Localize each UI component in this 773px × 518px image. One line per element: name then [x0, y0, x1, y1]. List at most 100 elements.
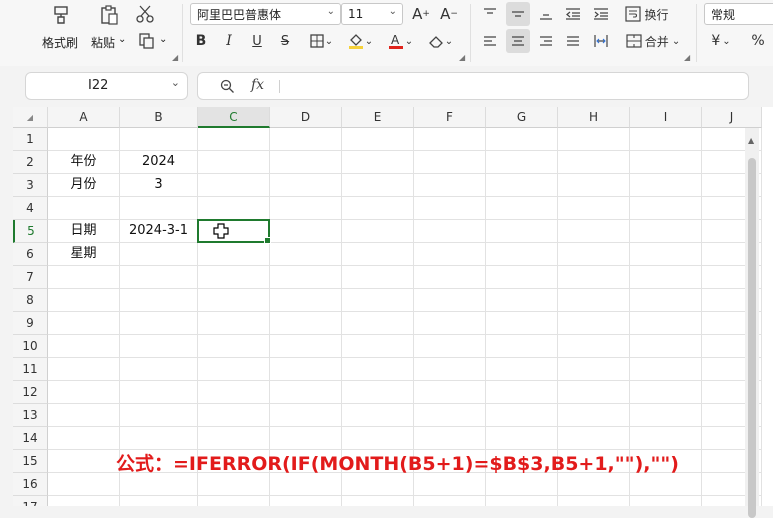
cell-A4[interactable]: [48, 197, 120, 220]
cell-G13[interactable]: [486, 404, 558, 427]
row-header-6[interactable]: 6: [13, 243, 48, 266]
cell-I8[interactable]: [630, 289, 702, 312]
strikethrough-button[interactable]: S: [276, 30, 294, 52]
scroll-thumb[interactable]: [748, 158, 756, 518]
cell-H5[interactable]: [558, 220, 630, 243]
column-header-H[interactable]: H: [558, 107, 630, 128]
cell-C4[interactable]: [198, 197, 270, 220]
cell-C3[interactable]: [198, 174, 270, 197]
cell-G4[interactable]: [486, 197, 558, 220]
fill-handle[interactable]: [264, 237, 271, 244]
cell-C1[interactable]: [198, 128, 270, 151]
zoom-icon[interactable]: [220, 79, 235, 94]
number-format-select[interactable]: 常规: [704, 3, 773, 25]
cell-H14[interactable]: [558, 427, 630, 450]
cell-E3[interactable]: [342, 174, 414, 197]
cell-A5[interactable]: 日期: [48, 220, 120, 243]
cell-B1[interactable]: [120, 128, 198, 151]
cell-D13[interactable]: [270, 404, 342, 427]
fill-color-button[interactable]: ⌄: [344, 30, 376, 52]
align-bottom-button[interactable]: [535, 3, 557, 25]
cell-G16[interactable]: [486, 473, 558, 496]
cell-H10[interactable]: [558, 335, 630, 358]
cell-A17[interactable]: [48, 496, 120, 506]
row-header-12[interactable]: 12: [13, 381, 48, 404]
cell-C7[interactable]: [198, 266, 270, 289]
cell-B2[interactable]: 2024: [120, 151, 198, 174]
cell-I10[interactable]: [630, 335, 702, 358]
cell-F5[interactable]: [414, 220, 486, 243]
cell-C12[interactable]: [198, 381, 270, 404]
font-group-expand-icon[interactable]: ◢: [459, 53, 465, 62]
name-box[interactable]: I22 ⌄: [25, 72, 188, 100]
cell-F9[interactable]: [414, 312, 486, 335]
cell-H2[interactable]: [558, 151, 630, 174]
column-header-F[interactable]: F: [414, 107, 486, 128]
cell-I3[interactable]: [630, 174, 702, 197]
cell-A10[interactable]: [48, 335, 120, 358]
cell-I5[interactable]: [630, 220, 702, 243]
cell-I12[interactable]: [630, 381, 702, 404]
copy-button[interactable]: [136, 31, 158, 51]
cell-A11[interactable]: [48, 358, 120, 381]
row-header-2[interactable]: 2: [13, 151, 48, 174]
align-middle-button[interactable]: [506, 2, 530, 26]
cell-B3[interactable]: 3: [120, 174, 198, 197]
cell-F16[interactable]: [414, 473, 486, 496]
align-left-button[interactable]: [479, 30, 501, 52]
cell-H8[interactable]: [558, 289, 630, 312]
cell-F8[interactable]: [414, 289, 486, 312]
cell-E14[interactable]: [342, 427, 414, 450]
column-header-I[interactable]: I: [630, 107, 702, 128]
cell-I4[interactable]: [630, 197, 702, 220]
cell-B9[interactable]: [120, 312, 198, 335]
paste-button[interactable]: [95, 2, 123, 28]
cell-F7[interactable]: [414, 266, 486, 289]
cell-A12[interactable]: [48, 381, 120, 404]
cell-F10[interactable]: [414, 335, 486, 358]
cell-D6[interactable]: [270, 243, 342, 266]
cell-E7[interactable]: [342, 266, 414, 289]
fx-icon[interactable]: fx: [251, 77, 264, 93]
cell-C13[interactable]: [198, 404, 270, 427]
row-header-4[interactable]: 4: [13, 197, 48, 220]
column-header-E[interactable]: E: [342, 107, 414, 128]
cell-H9[interactable]: [558, 312, 630, 335]
border-button[interactable]: ⌄: [306, 30, 336, 52]
align-group-expand-icon[interactable]: ◢: [684, 53, 690, 62]
cell-A16[interactable]: [48, 473, 120, 496]
row-header-17[interactable]: 17: [13, 496, 48, 506]
cell-D7[interactable]: [270, 266, 342, 289]
cell-A6[interactable]: 星期: [48, 243, 120, 266]
cell-B4[interactable]: [120, 197, 198, 220]
cell-E6[interactable]: [342, 243, 414, 266]
cell-C2[interactable]: [198, 151, 270, 174]
font-name-select[interactable]: 阿里巴巴普惠体 ⌄: [190, 3, 341, 25]
cell-B12[interactable]: [120, 381, 198, 404]
row-header-3[interactable]: 3: [13, 174, 48, 197]
cell-I14[interactable]: [630, 427, 702, 450]
cell-A8[interactable]: [48, 289, 120, 312]
spreadsheet-grid[interactable]: ◢ A B C D E F G H I J 1 2 年份 2024 3 月份 3 4 5 日期 2024-3-1 6 星期 7…: [13, 107, 773, 506]
cell-H3[interactable]: [558, 174, 630, 197]
row-header-9[interactable]: 9: [13, 312, 48, 335]
cell-G3[interactable]: [486, 174, 558, 197]
cell-D9[interactable]: [270, 312, 342, 335]
format-painter-button[interactable]: [44, 2, 78, 28]
cell-C9[interactable]: [198, 312, 270, 335]
cell-H6[interactable]: [558, 243, 630, 266]
cell-A3[interactable]: 月份: [48, 174, 120, 197]
row-header-16[interactable]: 16: [13, 473, 48, 496]
decrease-font-button[interactable]: A −: [438, 3, 460, 25]
underline-button[interactable]: U: [248, 30, 266, 52]
cell-H12[interactable]: [558, 381, 630, 404]
cell-C8[interactable]: [198, 289, 270, 312]
vertical-scrollbar[interactable]: ▲: [745, 128, 759, 518]
copy-dropdown-icon[interactable]: ⌄: [159, 34, 167, 45]
cell-G5[interactable]: [486, 220, 558, 243]
cell-E17[interactable]: [342, 496, 414, 506]
cell-F11[interactable]: [414, 358, 486, 381]
cell-D14[interactable]: [270, 427, 342, 450]
cell-D2[interactable]: [270, 151, 342, 174]
cell-G17[interactable]: [486, 496, 558, 506]
